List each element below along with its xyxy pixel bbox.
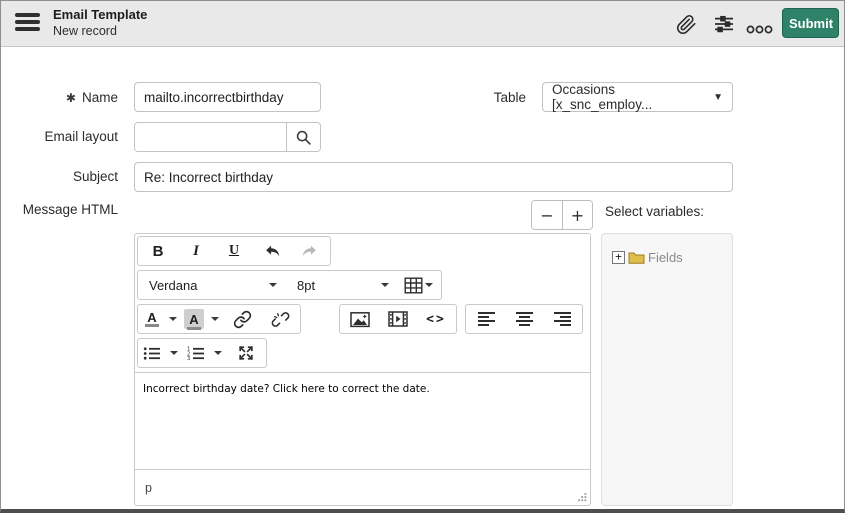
email-layout-input[interactable] — [135, 123, 286, 151]
bullet-list-icon — [143, 346, 161, 361]
insert-media-button[interactable] — [379, 306, 417, 332]
attachment-button[interactable] — [674, 12, 698, 36]
search-icon — [295, 129, 312, 146]
header-bar: Email Template New record Submit — [1, 1, 844, 47]
chevron-down-icon — [269, 283, 277, 287]
editor-content-area[interactable]: Incorrect birthday date? Click here to c… — [135, 372, 590, 469]
chevron-down-icon — [381, 283, 389, 287]
video-icon — [388, 311, 408, 327]
hamburger-menu-icon[interactable] — [15, 13, 40, 34]
fields-tree-node[interactable]: + Fields — [612, 250, 683, 265]
code-icon: <> — [426, 311, 446, 327]
resize-grip[interactable] — [576, 491, 587, 502]
bullet-list-button[interactable] — [139, 340, 165, 366]
element-path[interactable]: p — [145, 481, 152, 495]
undo-icon — [263, 242, 281, 260]
chevron-down-icon — [214, 351, 222, 355]
image-icon — [350, 311, 370, 328]
toolbar-group-color-link: A A — [137, 304, 301, 334]
subject-input[interactable] — [134, 162, 733, 192]
fields-tree-label: Fields — [648, 250, 683, 265]
text-color-button[interactable]: A — [139, 306, 165, 332]
toolbar-group-lists: 1 2 3 — [137, 338, 267, 368]
link-icon — [233, 310, 252, 329]
align-right-icon — [553, 312, 571, 326]
name-label: ✱ Name — [65, 90, 118, 105]
page-title: Email Template — [53, 7, 148, 22]
paperclip-icon — [676, 14, 697, 35]
subject-label: Subject — [72, 169, 118, 184]
table-select[interactable]: Occasions [x_snc_employ... ▼ — [542, 82, 733, 112]
chevron-down-icon — [211, 317, 219, 321]
undo-button[interactable] — [253, 238, 291, 264]
redo-button[interactable] — [291, 238, 329, 264]
zoom-out-button[interactable]: − — [532, 201, 562, 229]
personalize-form-button[interactable] — [712, 12, 736, 36]
bold-button[interactable]: B — [139, 238, 177, 264]
fullscreen-button[interactable] — [227, 340, 265, 366]
table-label: Table — [493, 90, 526, 105]
unlink-icon — [271, 310, 290, 329]
align-left-icon — [477, 312, 495, 326]
align-right-button[interactable] — [543, 306, 581, 332]
zoom-in-button[interactable]: + — [562, 201, 592, 229]
background-color-button[interactable]: A — [181, 306, 207, 332]
align-left-button[interactable] — [467, 306, 505, 332]
select-variables-panel: + Fields — [601, 233, 733, 506]
editor-text: Incorrect birthday date? Click here to c… — [143, 383, 430, 395]
sliders-icon — [713, 14, 735, 34]
submit-button[interactable]: Submit — [782, 8, 839, 38]
italic-button[interactable]: I — [177, 238, 215, 264]
svg-text:3: 3 — [187, 356, 190, 361]
insert-image-button[interactable] — [341, 306, 379, 332]
source-code-button[interactable]: <> — [417, 306, 455, 332]
chevron-down-icon — [169, 317, 177, 321]
chevron-down-icon — [424, 283, 433, 287]
background-color-menu-button[interactable] — [207, 306, 223, 332]
record-title-block: Email Template New record — [53, 6, 147, 40]
text-color-menu-button[interactable] — [165, 306, 181, 332]
message-html-label: Message HTML — [22, 202, 118, 217]
align-center-icon — [515, 312, 533, 326]
bullet-list-menu-button[interactable] — [165, 340, 183, 366]
required-marker: ✱ — [65, 91, 76, 105]
more-options-button[interactable] — [746, 17, 773, 41]
select-variables-label: Select variables: — [605, 204, 705, 219]
email-layout-lookup-button[interactable] — [286, 123, 320, 151]
numbered-list-icon: 1 2 3 — [187, 346, 205, 361]
toolbar-group-media: <> — [339, 304, 457, 334]
chevron-down-icon: ▼ — [713, 91, 723, 103]
font-family-select[interactable]: Verdana — [139, 272, 287, 298]
email-layout-reference-field — [134, 122, 321, 152]
insert-table-button[interactable] — [399, 272, 437, 298]
remove-link-button[interactable] — [261, 306, 299, 332]
message-html-editor: B I U Verdana 8pt A A <> 1 2 3 Incorrect… — [134, 233, 591, 506]
more-options-icon — [746, 24, 773, 35]
numbered-list-menu-button[interactable] — [209, 340, 227, 366]
font-size-select[interactable]: 8pt — [287, 272, 399, 298]
email-template-form: Email Template New record Submit ✱ Name … — [0, 0, 845, 513]
editor-status-bar: p — [135, 469, 590, 505]
highlight-swatch: A — [184, 309, 204, 330]
editor-zoom-controls: − + — [531, 200, 593, 230]
redo-icon — [301, 242, 319, 260]
name-input[interactable] — [134, 82, 321, 112]
align-center-button[interactable] — [505, 306, 543, 332]
chevron-down-icon — [170, 351, 178, 355]
page-subtitle: New record — [53, 24, 117, 38]
expand-icon — [238, 345, 254, 361]
toolbar-group-align — [465, 304, 583, 334]
insert-link-button[interactable] — [223, 306, 261, 332]
table-icon — [404, 277, 423, 294]
folder-icon — [628, 251, 645, 264]
expand-node-icon[interactable]: + — [612, 251, 625, 264]
numbered-list-button[interactable]: 1 2 3 — [183, 340, 209, 366]
underline-button[interactable]: U — [215, 238, 253, 264]
email-layout-label: Email layout — [44, 129, 118, 144]
table-select-value: Occasions [x_snc_employ... — [552, 82, 653, 112]
toolbar-group-font: Verdana 8pt — [137, 270, 442, 300]
toolbar-group-formatting: B I U — [137, 236, 331, 266]
